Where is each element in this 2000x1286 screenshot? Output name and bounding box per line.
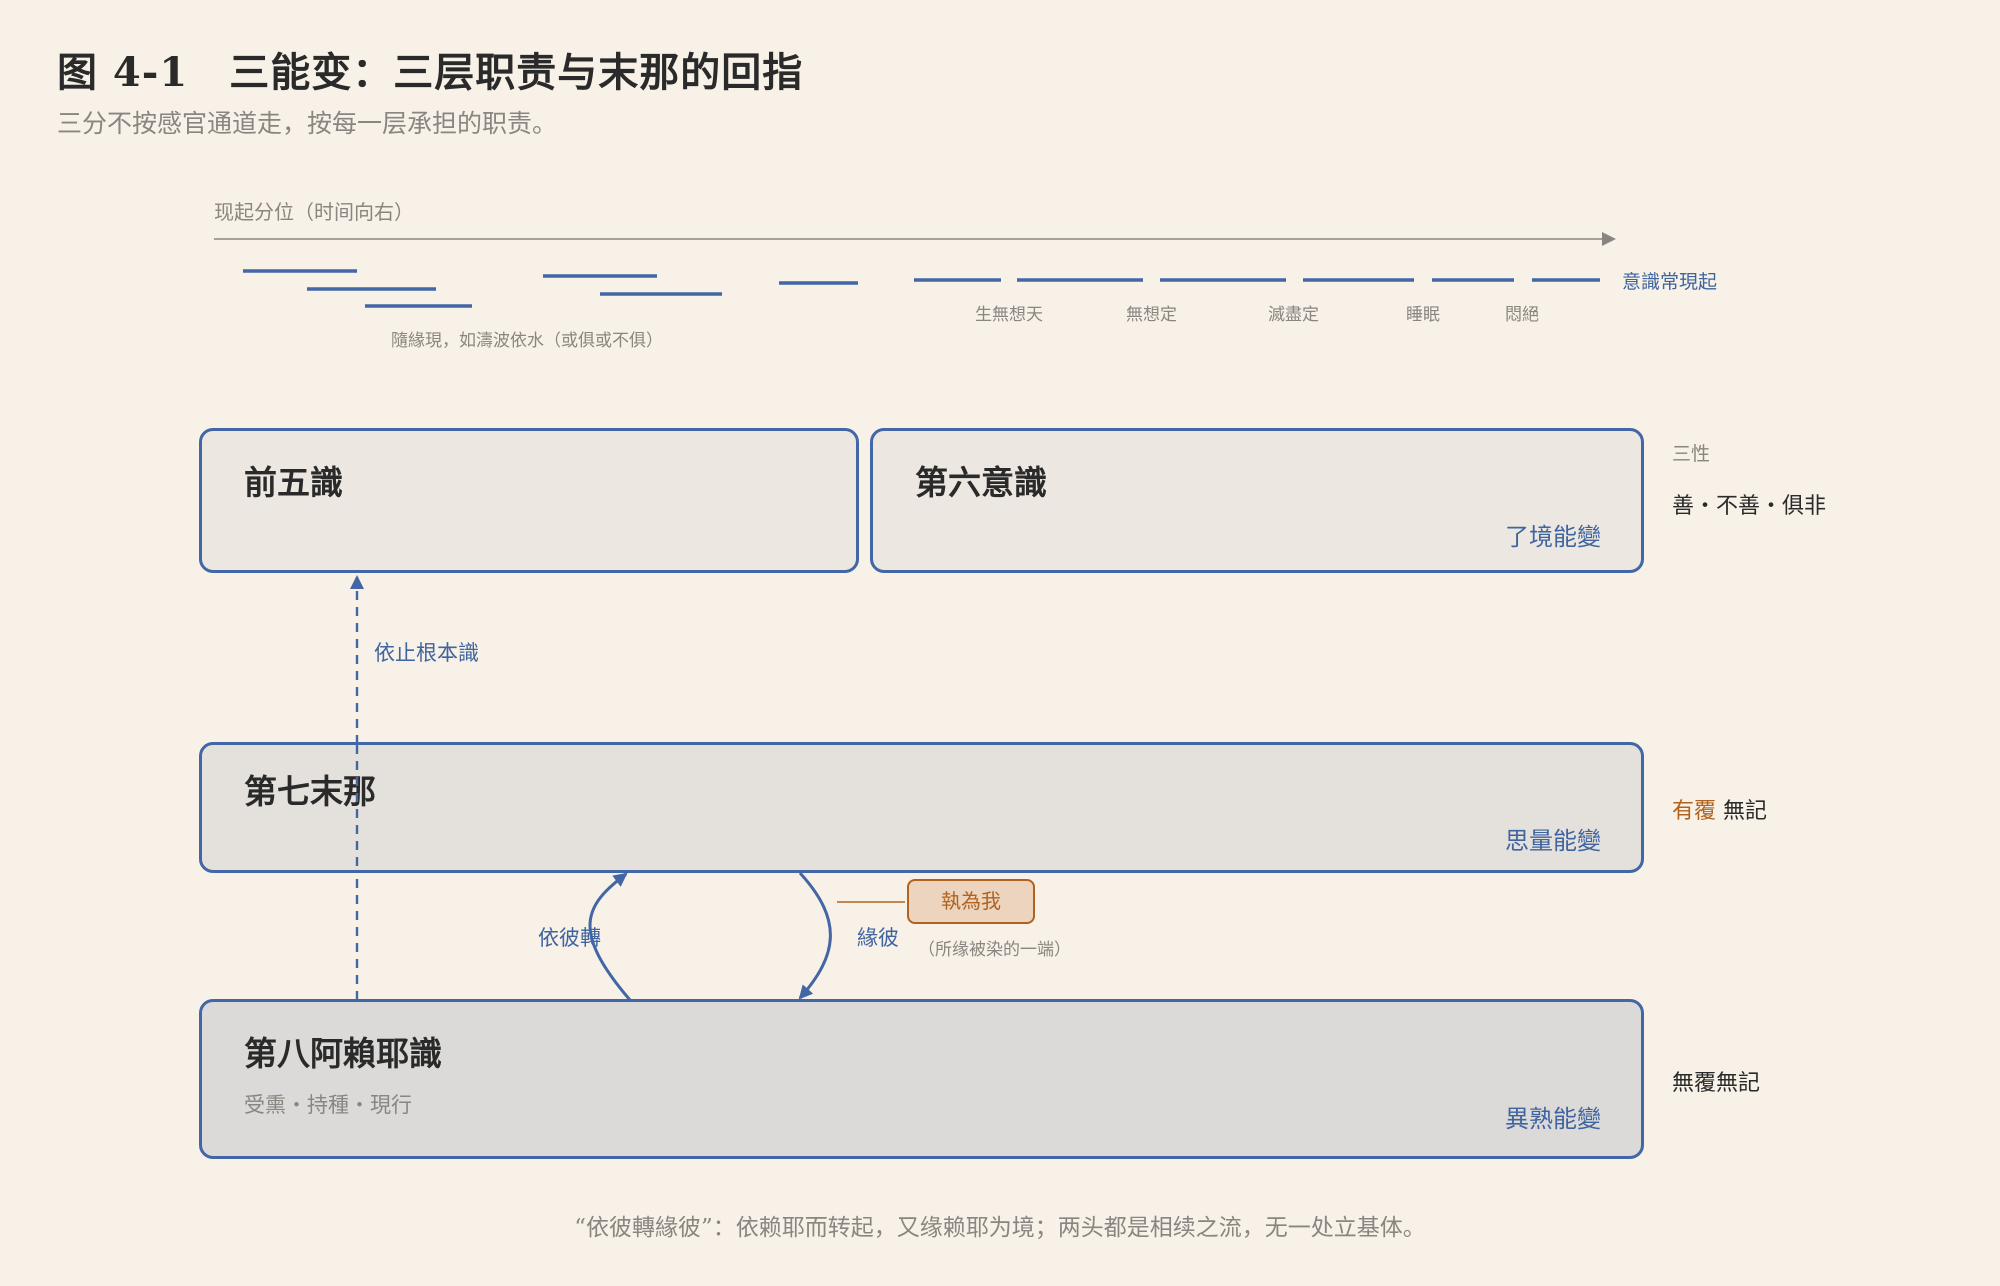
layer-five-box: 前五識 bbox=[199, 428, 859, 573]
grasp-self-badge: 執為我 bbox=[907, 879, 1035, 924]
nature-seven-accent: 有覆 bbox=[1672, 799, 1717, 824]
layer-five-name: 前五識 bbox=[244, 463, 343, 502]
gap-label: 無想定 bbox=[1126, 305, 1177, 325]
layer-eight-name: 第八阿賴耶識 bbox=[244, 1034, 442, 1073]
layer-six-name: 第六意識 bbox=[915, 463, 1047, 502]
sixth-consciousness-segments bbox=[779, 278, 1600, 285]
nature-seven: 有覆 無記 bbox=[1672, 793, 1767, 825]
nature-eight: 無覆無記 bbox=[1672, 1071, 1761, 1096]
five-note: 隨緣現，如濤波依水（或俱或不俱） bbox=[391, 331, 663, 351]
gap-label: 滅盡定 bbox=[1268, 305, 1319, 325]
nature-seven-rest: 無記 bbox=[1716, 799, 1768, 824]
nature-heading: 三性 bbox=[1672, 443, 1711, 465]
cognize-that-label: 緣彼 bbox=[857, 926, 899, 950]
layer-seven-function: 思量能變 bbox=[1505, 827, 1601, 855]
cognize-that-arrow bbox=[798, 871, 832, 1000]
gap-label: 生無想天 bbox=[975, 305, 1043, 325]
grasp-self-note: （所缘被染的一端） bbox=[918, 940, 1071, 960]
nature-six: 善・不善・俱非 bbox=[1672, 494, 1827, 519]
rely-root-label: 依止根本識 bbox=[374, 641, 479, 665]
time-axis-label: 现起分位（时间向右） bbox=[214, 200, 414, 224]
layer-eight-sub: 受熏・持種・現行 bbox=[244, 1093, 412, 1117]
layer-six-box: 第六意識 了境能變 bbox=[870, 428, 1644, 573]
layer-seven-name: 第七末那 bbox=[244, 772, 376, 811]
rely-that-label: 依彼轉 bbox=[538, 926, 601, 950]
gap-label: 悶絕 bbox=[1505, 305, 1539, 325]
layer-seven-box: 第七末那 思量能變 bbox=[199, 742, 1644, 873]
five-consciousness-segments bbox=[243, 269, 722, 308]
figure-caption: “依彼轉緣彼”：依赖耶而转起，又缘赖耶为境；两头都是相续之流，无一处立基体。 bbox=[574, 1215, 1426, 1241]
layer-six-function: 了境能變 bbox=[1505, 523, 1601, 551]
layer-eight-box: 第八阿賴耶識 受熏・持種・現行 異熟能變 bbox=[199, 999, 1644, 1159]
sixth-always-label: 意識常現起 bbox=[1622, 271, 1718, 293]
gap-label: 睡眠 bbox=[1406, 305, 1440, 325]
layer-eight-function: 異熟能變 bbox=[1505, 1105, 1601, 1133]
